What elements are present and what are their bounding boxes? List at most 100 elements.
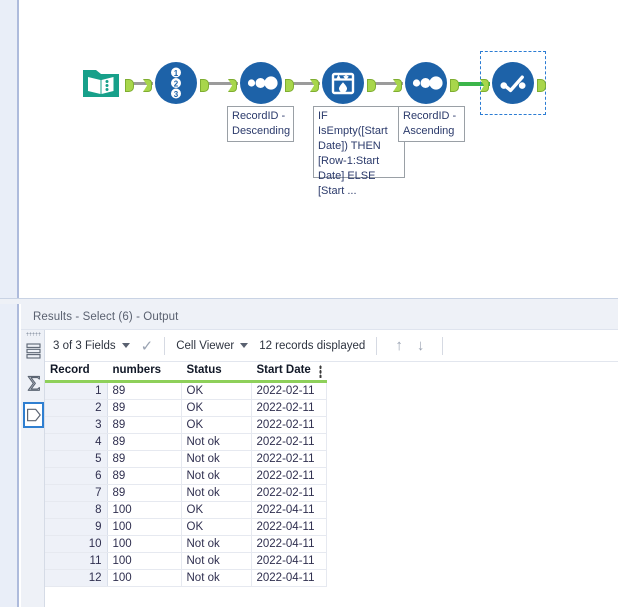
table-header-row: Record numbers Status Start Date	[45, 362, 327, 383]
cell-numbers[interactable]: 89	[107, 416, 182, 434]
cell-start-date[interactable]: 2022-02-11	[251, 467, 327, 485]
workflow-canvas[interactable]: 1 2 3 RecordID - Descending IF IsEmpty([…	[21, 0, 618, 298]
cell-status[interactable]: Not ok	[181, 569, 252, 587]
cell-status[interactable]: Not ok	[181, 552, 252, 570]
record-id-tool[interactable]: 1 2 3	[143, 62, 209, 104]
cell-status[interactable]: OK	[181, 399, 252, 417]
cell-numbers[interactable]: 100	[107, 518, 182, 536]
checkmark-icon[interactable]: ✓	[141, 337, 154, 355]
cell-start-date[interactable]: 2022-02-11	[251, 416, 327, 434]
output-anchor[interactable]	[450, 79, 459, 92]
table-row[interactable]: 8 100 OK 2022-04-11	[45, 501, 327, 519]
scroll-up-icon[interactable]: ↑	[395, 337, 403, 354]
cell-numbers[interactable]: 100	[107, 501, 182, 519]
annotation-record-id-descending[interactable]: RecordID - Descending	[227, 106, 294, 142]
chevron-down-icon	[121, 343, 130, 348]
column-header-start-date[interactable]: Start Date	[251, 362, 327, 383]
input-anchor[interactable]	[310, 79, 319, 92]
cell-record[interactable]: 9	[45, 518, 108, 536]
cell-numbers[interactable]: 89	[107, 467, 182, 485]
column-header-numbers[interactable]: numbers	[107, 362, 182, 383]
output-anchor[interactable]	[367, 79, 376, 92]
metadata-sigma-icon[interactable]	[23, 370, 44, 396]
results-table: Record numbers Status Start Date 1 89 OK 2022-…	[45, 362, 327, 587]
cell-numbers[interactable]: 100	[107, 552, 182, 570]
output-anchor[interactable]	[200, 79, 209, 92]
cell-start-date[interactable]: 2022-04-11	[251, 535, 327, 553]
cell-numbers[interactable]: 89	[107, 399, 182, 417]
cell-status[interactable]: Not ok	[181, 535, 252, 553]
table-row[interactable]: 10 100 Not ok 2022-04-11	[45, 535, 327, 553]
input-anchor[interactable]	[228, 79, 237, 92]
cell-start-date[interactable]: 2022-04-11	[251, 518, 327, 536]
input-anchor[interactable]	[143, 79, 152, 92]
cell-record[interactable]: 11	[45, 552, 108, 570]
cell-start-date[interactable]: 2022-02-11	[251, 399, 327, 417]
cell-status[interactable]: OK	[181, 501, 252, 519]
multi-row-formula-tool[interactable]	[310, 62, 376, 104]
cell-status[interactable]: OK	[181, 381, 252, 400]
cell-record[interactable]: 2	[45, 399, 108, 417]
cell-start-date[interactable]: 2022-02-11	[251, 450, 327, 468]
cell-record[interactable]: 3	[45, 416, 108, 434]
input-anchor[interactable]	[393, 79, 402, 92]
cell-status[interactable]: Not ok	[181, 433, 252, 451]
table-body: 1 89 OK 2022-02-11 2 89 OK 2022-02-11 3 89 OK 2022-…	[45, 381, 327, 587]
results-table-container[interactable]: Record numbers Status Start Date 1 89 OK 2022-…	[45, 362, 618, 607]
cell-status[interactable]: OK	[181, 518, 252, 536]
profile-shape-icon[interactable]	[23, 402, 44, 428]
table-row[interactable]: 7 89 Not ok 2022-02-11	[45, 484, 327, 502]
cell-numbers[interactable]: 89	[107, 381, 182, 400]
cell-start-date[interactable]: 2022-02-11	[251, 381, 327, 400]
output-anchor[interactable]	[537, 79, 546, 92]
cell-record[interactable]: 5	[45, 450, 108, 468]
cell-record[interactable]: 6	[45, 467, 108, 485]
cell-status[interactable]: Not ok	[181, 450, 252, 468]
cell-record[interactable]: 1	[45, 381, 108, 400]
cell-record[interactable]: 8	[45, 501, 108, 519]
cell-start-date[interactable]: 2022-04-11	[251, 501, 327, 519]
view-mode-selector[interactable]: Cell Viewer	[176, 340, 249, 352]
annotation-multi-row-formula[interactable]: IF IsEmpty([Start Date]) THEN [Row-1:Sta…	[313, 106, 405, 197]
cell-status[interactable]: Not ok	[181, 467, 252, 485]
cell-start-date[interactable]: 2022-04-11	[251, 569, 327, 587]
column-header-status[interactable]: Status	[181, 362, 252, 383]
output-anchor[interactable]	[285, 79, 294, 92]
table-row[interactable]: 2 89 OK 2022-02-11	[45, 399, 327, 417]
cell-status[interactable]: OK	[181, 416, 252, 434]
table-row[interactable]: 9 100 OK 2022-04-11	[45, 518, 327, 536]
cell-record[interactable]: 7	[45, 484, 108, 502]
table-row[interactable]: 12 100 Not ok 2022-04-11	[45, 569, 327, 587]
sort-tool[interactable]	[393, 62, 459, 104]
table-row[interactable]: 6 89 Not ok 2022-02-11	[45, 467, 327, 485]
table-row[interactable]: 4 89 Not ok 2022-02-11	[45, 433, 327, 451]
scroll-down-icon[interactable]: ↓	[417, 337, 425, 354]
input-data-tool[interactable]	[80, 62, 134, 104]
cell-start-date[interactable]: 2022-04-11	[251, 552, 327, 570]
fields-selector[interactable]: 3 of 3 Fields	[53, 340, 130, 352]
cell-numbers[interactable]: 89	[107, 484, 182, 502]
cell-numbers[interactable]: 100	[107, 569, 182, 587]
output-anchor[interactable]	[125, 79, 134, 92]
cell-start-date[interactable]: 2022-02-11	[251, 433, 327, 451]
column-options-icon[interactable]	[318, 365, 322, 378]
cell-numbers[interactable]: 100	[107, 535, 182, 553]
column-header-record[interactable]: Record	[45, 362, 108, 383]
table-row[interactable]: 1 89 OK 2022-02-11	[45, 381, 327, 400]
annotation-record-id-ascending[interactable]: RecordID - Ascending	[398, 106, 465, 142]
cell-record[interactable]: 12	[45, 569, 108, 587]
cell-status[interactable]: Not ok	[181, 484, 252, 502]
select-tool[interactable]	[480, 51, 546, 115]
table-row[interactable]: 3 89 OK 2022-02-11	[45, 416, 327, 434]
select-check-icon	[492, 62, 534, 104]
cell-start-date[interactable]: 2022-02-11	[251, 484, 327, 502]
cell-record[interactable]: 10	[45, 535, 108, 553]
data-grid-icon[interactable]	[23, 338, 44, 364]
sort-tool[interactable]	[228, 62, 294, 104]
drag-grip-icon[interactable]	[26, 332, 41, 336]
table-row[interactable]: 11 100 Not ok 2022-04-11	[45, 552, 327, 570]
cell-numbers[interactable]: 89	[107, 433, 182, 451]
table-row[interactable]: 5 89 Not ok 2022-02-11	[45, 450, 327, 468]
cell-record[interactable]: 4	[45, 433, 108, 451]
cell-numbers[interactable]: 89	[107, 450, 182, 468]
